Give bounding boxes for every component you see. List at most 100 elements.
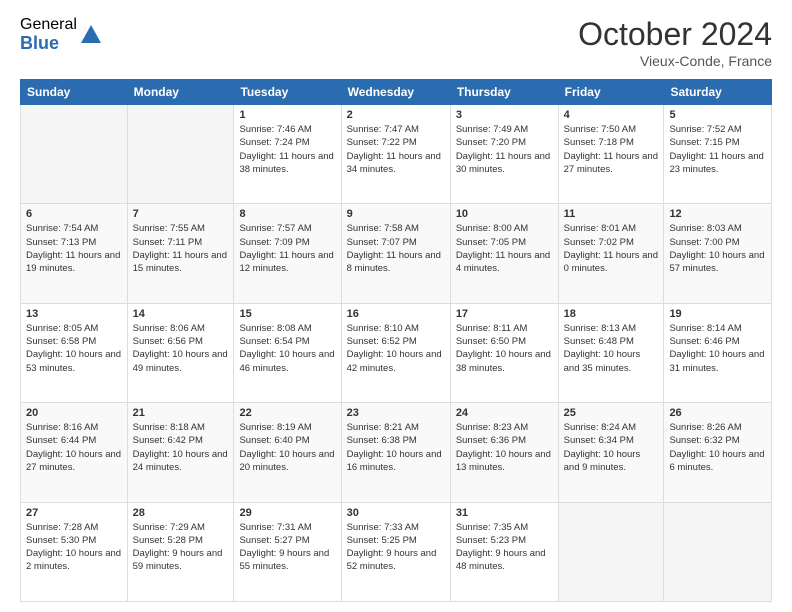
day-number: 15: [239, 308, 335, 320]
day-cell: 26 Sunrise: 8:26 AMSunset: 6:32 PMDayligh…: [664, 403, 772, 502]
day-number: 19: [669, 308, 766, 320]
day-number: 27: [26, 507, 122, 519]
day-info: Sunrise: 8:06 AMSunset: 6:56 PMDaylight:…: [133, 322, 229, 375]
day-cell: 7Sunrise: 7:55 AMSunset: 7:11 PMDaylight…: [127, 204, 234, 303]
day-info: Sunrise: 8:21 AMSunset: 6:38 PMDaylight:…: [347, 421, 445, 474]
week-row-3: 13 Sunrise: 8:05 AMSunset: 6:58 PMDayligh…: [21, 303, 772, 402]
day-number: 1: [239, 109, 335, 121]
month-title: October 2024: [578, 16, 772, 53]
day-cell: 25 Sunrise: 8:24 AMSunset: 6:34 PMDayligh…: [558, 403, 664, 502]
logo-text: General Blue: [20, 16, 77, 53]
day-info: Sunrise: 8:18 AMSunset: 6:42 PMDaylight:…: [133, 421, 229, 474]
day-cell: 17Sunrise: 8:11 AMSunset: 6:50 PMDayligh…: [450, 303, 558, 402]
day-number: 5: [669, 109, 766, 121]
day-cell: 30 Sunrise: 7:33 AMSunset: 5:25 PMDayligh…: [341, 502, 450, 601]
day-info: Sunrise: 7:35 AMSunset: 5:23 PMDaylight:…: [456, 521, 553, 574]
day-info: Sunrise: 7:31 AMSunset: 5:27 PMDaylight:…: [239, 521, 335, 574]
day-info: Sunrise: 7:29 AMSunset: 5:28 PMDaylight:…: [133, 521, 229, 574]
day-info: Sunrise: 8:26 AMSunset: 6:32 PMDaylight:…: [669, 421, 766, 474]
day-info: Sunrise: 8:10 AMSunset: 6:52 PMDaylight:…: [347, 322, 445, 375]
week-row-2: 6Sunrise: 7:54 AMSunset: 7:13 PMDaylight…: [21, 204, 772, 303]
day-cell: [127, 105, 234, 204]
day-cell: 13 Sunrise: 8:05 AMSunset: 6:58 PMDayligh…: [21, 303, 128, 402]
week-row-4: 20 Sunrise: 8:16 AMSunset: 6:44 PMDayligh…: [21, 403, 772, 502]
day-number: 2: [347, 109, 445, 121]
day-info: Sunrise: 7:52 AMSunset: 7:15 PMDaylight:…: [669, 123, 766, 176]
day-cell: 23Sunrise: 8:21 AMSunset: 6:38 PMDayligh…: [341, 403, 450, 502]
logo-area: General Blue: [20, 16, 103, 53]
day-number: 20: [26, 407, 122, 419]
day-cell: 16 Sunrise: 8:10 AMSunset: 6:52 PMDayligh…: [341, 303, 450, 402]
day-cell: 14 Sunrise: 8:06 AMSunset: 6:56 PMDayligh…: [127, 303, 234, 402]
day-info: Sunrise: 7:50 AMSunset: 7:18 PMDaylight:…: [564, 123, 659, 176]
day-cell: 29Sunrise: 7:31 AMSunset: 5:27 PMDayligh…: [234, 502, 341, 601]
day-number: 28: [133, 507, 229, 519]
day-info: Sunrise: 7:49 AMSunset: 7:20 PMDaylight:…: [456, 123, 553, 176]
col-header-saturday: Saturday: [664, 80, 772, 105]
logo-icon: [79, 23, 103, 47]
day-info: Sunrise: 8:24 AMSunset: 6:34 PMDaylight:…: [564, 421, 659, 474]
day-cell: 20 Sunrise: 8:16 AMSunset: 6:44 PMDayligh…: [21, 403, 128, 502]
day-cell: [558, 502, 664, 601]
day-cell: 5 Sunrise: 7:52 AMSunset: 7:15 PMDaylight…: [664, 105, 772, 204]
day-cell: 9 Sunrise: 7:58 AMSunset: 7:07 PMDaylight…: [341, 204, 450, 303]
logo-general: General: [20, 16, 77, 34]
calendar-page: General Blue October 2024 Vieux-Conde, F…: [0, 0, 792, 612]
day-number: 9: [347, 208, 445, 220]
day-info: Sunrise: 7:47 AMSunset: 7:22 PMDaylight:…: [347, 123, 445, 176]
calendar-table: SundayMondayTuesdayWednesdayThursdayFrid…: [20, 79, 772, 602]
day-cell: 4 Sunrise: 7:50 AMSunset: 7:18 PMDaylight…: [558, 105, 664, 204]
day-info: Sunrise: 7:57 AMSunset: 7:09 PMDaylight:…: [239, 222, 335, 275]
day-cell: 3 Sunrise: 7:49 AMSunset: 7:20 PMDaylight…: [450, 105, 558, 204]
day-number: 22: [239, 407, 335, 419]
day-info: Sunrise: 7:58 AMSunset: 7:07 PMDaylight:…: [347, 222, 445, 275]
day-number: 16: [347, 308, 445, 320]
day-cell: 12Sunrise: 8:03 AMSunset: 7:00 PMDayligh…: [664, 204, 772, 303]
day-cell: 15 Sunrise: 8:08 AMSunset: 6:54 PMDayligh…: [234, 303, 341, 402]
day-info: Sunrise: 8:16 AMSunset: 6:44 PMDaylight:…: [26, 421, 122, 474]
logo-blue: Blue: [20, 34, 77, 54]
day-number: 25: [564, 407, 659, 419]
day-info: Sunrise: 7:33 AMSunset: 5:25 PMDaylight:…: [347, 521, 445, 574]
day-cell: 11 Sunrise: 8:01 AMSunset: 7:02 PMDayligh…: [558, 204, 664, 303]
col-header-tuesday: Tuesday: [234, 80, 341, 105]
day-info: Sunrise: 8:08 AMSunset: 6:54 PMDaylight:…: [239, 322, 335, 375]
day-number: 4: [564, 109, 659, 121]
col-header-wednesday: Wednesday: [341, 80, 450, 105]
header: General Blue October 2024 Vieux-Conde, F…: [20, 16, 772, 69]
day-number: 21: [133, 407, 229, 419]
col-header-thursday: Thursday: [450, 80, 558, 105]
day-number: 30: [347, 507, 445, 519]
day-cell: 6Sunrise: 7:54 AMSunset: 7:13 PMDaylight…: [21, 204, 128, 303]
col-header-friday: Friday: [558, 80, 664, 105]
day-cell: [21, 105, 128, 204]
day-cell: 28 Sunrise: 7:29 AMSunset: 5:28 PMDayligh…: [127, 502, 234, 601]
day-cell: 21 Sunrise: 8:18 AMSunset: 6:42 PMDayligh…: [127, 403, 234, 502]
day-number: 11: [564, 208, 659, 220]
day-number: 13: [26, 308, 122, 320]
day-number: 18: [564, 308, 659, 320]
day-number: 14: [133, 308, 229, 320]
day-number: 26: [669, 407, 766, 419]
week-row-1: 1 Sunrise: 7:46 AMSunset: 7:24 PMDaylight…: [21, 105, 772, 204]
day-info: Sunrise: 8:05 AMSunset: 6:58 PMDaylight:…: [26, 322, 122, 375]
day-info: Sunrise: 8:03 AMSunset: 7:00 PMDaylight:…: [669, 222, 766, 275]
day-info: Sunrise: 8:01 AMSunset: 7:02 PMDaylight:…: [564, 222, 659, 275]
week-row-5: 27Sunrise: 7:28 AMSunset: 5:30 PMDayligh…: [21, 502, 772, 601]
title-area: October 2024 Vieux-Conde, France: [578, 16, 772, 69]
day-cell: 24Sunrise: 8:23 AMSunset: 6:36 PMDayligh…: [450, 403, 558, 502]
day-cell: 31Sunrise: 7:35 AMSunset: 5:23 PMDayligh…: [450, 502, 558, 601]
day-cell: 1 Sunrise: 7:46 AMSunset: 7:24 PMDaylight…: [234, 105, 341, 204]
day-cell: 19 Sunrise: 8:14 AMSunset: 6:46 PMDayligh…: [664, 303, 772, 402]
day-info: Sunrise: 8:13 AMSunset: 6:48 PMDaylight:…: [564, 322, 659, 375]
col-header-sunday: Sunday: [21, 80, 128, 105]
day-number: 7: [133, 208, 229, 220]
day-cell: 2 Sunrise: 7:47 AMSunset: 7:22 PMDaylight…: [341, 105, 450, 204]
day-cell: 18 Sunrise: 8:13 AMSunset: 6:48 PMDayligh…: [558, 303, 664, 402]
day-cell: 10Sunrise: 8:00 AMSunset: 7:05 PMDayligh…: [450, 204, 558, 303]
col-header-monday: Monday: [127, 80, 234, 105]
day-number: 3: [456, 109, 553, 121]
day-info: Sunrise: 8:14 AMSunset: 6:46 PMDaylight:…: [669, 322, 766, 375]
day-info: Sunrise: 7:46 AMSunset: 7:24 PMDaylight:…: [239, 123, 335, 176]
day-cell: 8Sunrise: 7:57 AMSunset: 7:09 PMDaylight…: [234, 204, 341, 303]
